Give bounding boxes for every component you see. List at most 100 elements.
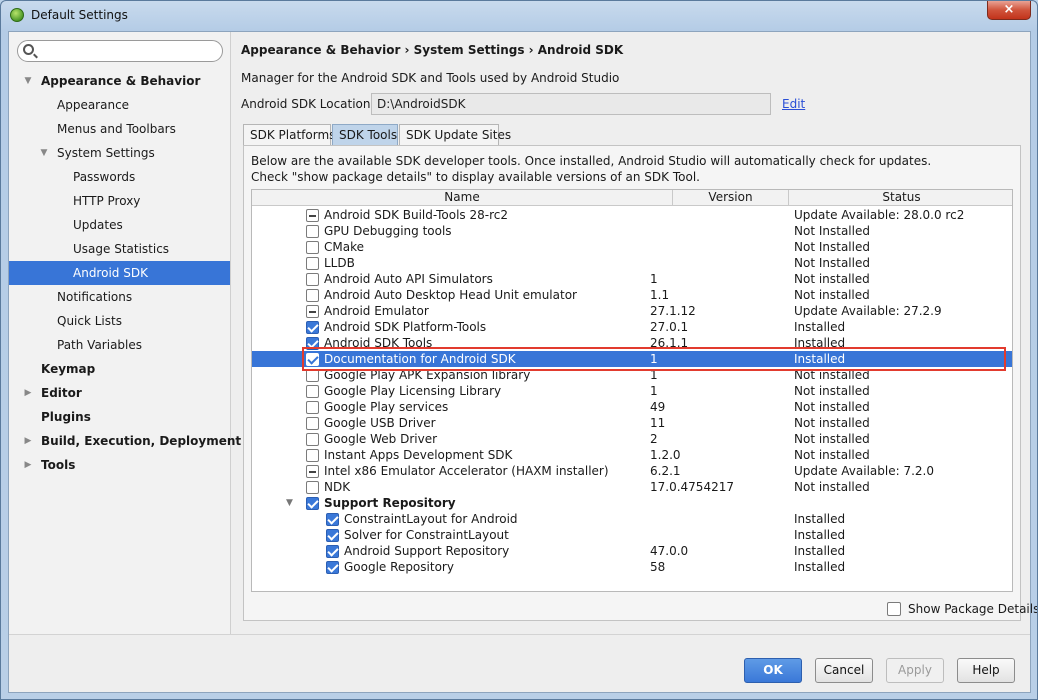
help-button[interactable]: Help <box>957 658 1015 683</box>
window-title: Default Settings <box>31 8 128 22</box>
row-status: Not Installed <box>794 224 870 238</box>
sidebar-item-android-sdk[interactable]: Android SDK <box>9 261 230 285</box>
row-checkbox[interactable] <box>326 561 339 574</box>
table-row[interactable]: Intel x86 Emulator Accelerator (HAXM ins… <box>252 463 1012 479</box>
sidebar-item-plugins[interactable]: Plugins <box>9 405 230 429</box>
edit-location-link[interactable]: Edit <box>782 97 805 111</box>
apply-button[interactable]: Apply <box>886 658 944 683</box>
table-row[interactable]: Google Play APK Expansion library 1 Not in… <box>252 367 1012 383</box>
cancel-button[interactable]: Cancel <box>815 658 873 683</box>
row-checkbox[interactable] <box>306 241 319 254</box>
sdk-location-label: Android SDK Location: <box>241 97 375 111</box>
sidebar-item-updates[interactable]: Updates <box>9 213 230 237</box>
table-row[interactable]: Google Play services 49 Not installed <box>252 399 1012 415</box>
row-checkbox[interactable] <box>306 385 319 398</box>
row-checkbox[interactable] <box>306 449 319 462</box>
table-row[interactable]: ConstraintLayout for Android Installed <box>252 511 1012 527</box>
row-checkbox[interactable] <box>306 209 319 222</box>
row-checkbox[interactable] <box>326 529 339 542</box>
table-row[interactable]: Android SDK Platform-Tools 27.0.1 Installe… <box>252 319 1012 335</box>
row-checkbox[interactable] <box>306 369 319 382</box>
column-header-version[interactable]: Version <box>673 190 789 206</box>
row-checkbox[interactable] <box>306 337 319 350</box>
table-row[interactable]: NDK 17.0.4754217 Not installed <box>252 479 1012 495</box>
row-version: 17.0.4754217 <box>650 480 734 494</box>
title-bar[interactable]: Default Settings × <box>1 1 1037 31</box>
ok-button[interactable]: OK <box>744 658 802 683</box>
row-checkbox[interactable] <box>306 289 319 302</box>
table-row[interactable]: Android SDK Tools 26.1.1 Installed <box>252 335 1012 351</box>
close-button[interactable]: × <box>987 1 1031 20</box>
table-row[interactable]: Documentation for Android SDK 1 Installed <box>252 351 1012 367</box>
row-checkbox[interactable] <box>306 401 319 414</box>
row-checkbox[interactable] <box>306 433 319 446</box>
sidebar-item-passwords[interactable]: Passwords <box>9 165 230 189</box>
row-name: Support Repository <box>324 496 456 510</box>
row-checkbox[interactable] <box>306 417 319 430</box>
row-status: Not installed <box>794 368 870 382</box>
sidebar-item-label: Build, Execution, Deployment <box>41 434 242 448</box>
breadcrumb: Appearance & Behavior › System Settings … <box>241 43 624 57</box>
tab-sdk-tools[interactable]: SDK Tools <box>332 124 398 146</box>
sidebar-item-path-variables[interactable]: Path Variables <box>9 333 230 357</box>
sidebar-item-label: System Settings <box>57 146 155 160</box>
sidebar-item-http-proxy[interactable]: HTTP Proxy <box>9 189 230 213</box>
row-checkbox[interactable] <box>306 321 319 334</box>
sidebar-item-build-execution-deployment[interactable]: ▶ Build, Execution, Deployment <box>9 429 242 453</box>
table-row[interactable]: Instant Apps Development SDK 1.2.0 Not ins… <box>252 447 1012 463</box>
table-row[interactable]: CMake Not Installed <box>252 239 1012 255</box>
row-version: 1 <box>650 384 658 398</box>
column-header-name[interactable]: Name <box>252 190 673 206</box>
collapsed-arrow-icon[interactable]: ▶ <box>23 381 33 405</box>
row-version: 1 <box>650 352 658 366</box>
expanded-arrow-icon[interactable]: ▼ <box>39 141 49 165</box>
table-row[interactable]: Google Web Driver 2 Not installed <box>252 431 1012 447</box>
tab-sdk-update-sites[interactable]: SDK Update Sites <box>399 124 511 146</box>
collapsed-arrow-icon[interactable]: ▶ <box>23 429 33 453</box>
table-row[interactable]: Google Play Licensing Library 1 Not instal… <box>252 383 1012 399</box>
table-row[interactable]: Google USB Driver 11 Not installed <box>252 415 1012 431</box>
sidebar-item-label: Menus and Toolbars <box>57 122 176 136</box>
sdk-location-field[interactable]: D:\AndroidSDK <box>371 93 771 115</box>
sidebar-item-tools[interactable]: ▶ Tools <box>9 453 230 477</box>
table-row[interactable]: Solver for ConstraintLayout Installed <box>252 527 1012 543</box>
row-name: Google Play APK Expansion library <box>324 368 531 382</box>
sidebar-item-menus-and-toolbars[interactable]: Menus and Toolbars <box>9 117 230 141</box>
android-studio-icon <box>10 8 24 22</box>
table-row[interactable]: Android Support Repository 47.0.0 Installe… <box>252 543 1012 559</box>
row-checkbox[interactable] <box>306 497 319 510</box>
row-checkbox[interactable] <box>306 225 319 238</box>
column-header-status[interactable]: Status <box>789 190 1012 206</box>
collapsed-arrow-icon[interactable]: ▶ <box>23 453 33 477</box>
table-row[interactable]: Android SDK Build-Tools 28-rc2 Update Ava… <box>252 207 1012 223</box>
table-row[interactable]: GPU Debugging tools Not Installed <box>252 223 1012 239</box>
sidebar-item-notifications[interactable]: Notifications <box>9 285 230 309</box>
row-checkbox[interactable] <box>306 353 319 366</box>
table-row[interactable]: Android Auto Desktop Head Unit emulator 1… <box>252 287 1012 303</box>
row-checkbox[interactable] <box>306 257 319 270</box>
sidebar-item-appearance-behavior[interactable]: ▼ Appearance & Behavior <box>9 69 230 93</box>
table-row[interactable]: LLDB Not Installed <box>252 255 1012 271</box>
tab-sdk-platforms[interactable]: SDK Platforms <box>243 124 335 146</box>
row-checkbox[interactable] <box>306 465 319 478</box>
row-checkbox[interactable] <box>306 481 319 494</box>
table-row[interactable]: Android Emulator 27.1.12 Update Available:… <box>252 303 1012 319</box>
table-row[interactable]: Google Repository 58 Installed <box>252 559 1012 575</box>
show-package-details-checkbox[interactable] <box>887 602 901 616</box>
sidebar-item-keymap[interactable]: Keymap <box>9 357 230 381</box>
row-checkbox[interactable] <box>326 513 339 526</box>
table-row[interactable]: ▼ Support Repository <box>252 495 1012 511</box>
expanded-arrow-icon[interactable]: ▼ <box>23 69 33 93</box>
row-checkbox[interactable] <box>326 545 339 558</box>
row-checkbox[interactable] <box>306 305 319 318</box>
sidebar-item-appearance[interactable]: Appearance <box>9 93 230 117</box>
sidebar-item-quick-lists[interactable]: Quick Lists <box>9 309 230 333</box>
table-row[interactable]: Android Auto API Simulators 1 Not installe… <box>252 271 1012 287</box>
sidebar-item-editor[interactable]: ▶ Editor <box>9 381 230 405</box>
sidebar-item-system-settings[interactable]: ▼ System Settings <box>9 141 230 165</box>
row-checkbox[interactable] <box>306 273 319 286</box>
expand-arrow-icon[interactable]: ▼ <box>286 495 293 511</box>
row-name: Android Support Repository <box>344 544 510 558</box>
search-input[interactable] <box>17 40 223 62</box>
sidebar-item-usage-statistics[interactable]: Usage Statistics <box>9 237 230 261</box>
